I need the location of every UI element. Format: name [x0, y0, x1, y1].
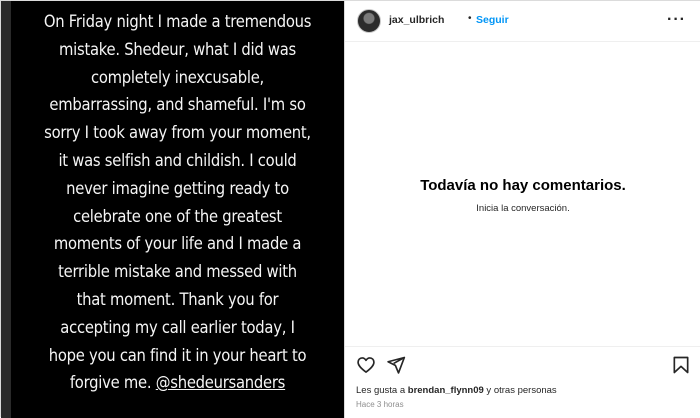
more-options-icon[interactable]: ··· [667, 11, 686, 29]
story-line: never imagine getting ready to [66, 178, 289, 199]
likes-prefix: Les gusta a [356, 385, 408, 396]
likes-summary: Les gusta a brendan_flynn09 y otras pers… [356, 385, 557, 396]
liker-username-link[interactable]: brendan_flynn09 [408, 385, 484, 396]
share-icon[interactable] [386, 355, 406, 375]
story-line: On Friday night I made a tremendous [43, 12, 312, 32]
separator-dot: • [468, 13, 472, 24]
story-line: completely inexcusable, [91, 67, 264, 88]
story-line: that moment. Thank you for [76, 289, 279, 310]
username-link[interactable]: jax_ulbrich [389, 14, 444, 26]
image-edge [1, 1, 11, 418]
story-line: accepting my call earlier today, I [60, 317, 295, 338]
mention-link: @shedeursanders [155, 373, 286, 394]
story-last-line: forgive me. @shedeursanders [34, 370, 320, 398]
story-line: hope you can find it in your heart to [48, 345, 307, 366]
story-line: embarrassing, and shameful. I'm so [49, 95, 306, 116]
empty-comments-subtitle: Inicia la conversación. [476, 203, 570, 214]
follow-button[interactable]: Seguir [476, 14, 509, 26]
post-side-panel: jax_ulbrich • Seguir ··· Todavía no hay … [344, 1, 700, 418]
heart-icon[interactable] [356, 355, 376, 375]
bookmark-icon[interactable] [671, 355, 691, 375]
post-timestamp[interactable]: Hace 3 horas [356, 400, 404, 409]
story-line: sorry I took away from your moment, [44, 123, 311, 144]
story-line: mistake. Shedeur, what I did was [59, 39, 296, 60]
post-window: On Friday night I made a tremendous mist… [0, 0, 700, 418]
post-header: jax_ulbrich • Seguir ··· [345, 1, 700, 42]
story-line: moments of your life and I made a [53, 234, 302, 255]
avatar[interactable] [357, 9, 381, 33]
story-image: On Friday night I made a tremendous mist… [1, 1, 344, 418]
action-bar [345, 346, 700, 380]
empty-comments-title: Todavía no hay comentarios. [420, 177, 626, 194]
story-line: it was selfish and childish. I could [58, 150, 297, 171]
story-line: celebrate one of the greatest [73, 206, 282, 227]
story-line: terrible mistake and messed with [58, 262, 297, 283]
story-last-text: forgive me. [69, 373, 156, 394]
story-text: On Friday night I made a tremendous mist… [34, 9, 320, 398]
likes-suffix[interactable]: y otras personas [484, 385, 556, 396]
